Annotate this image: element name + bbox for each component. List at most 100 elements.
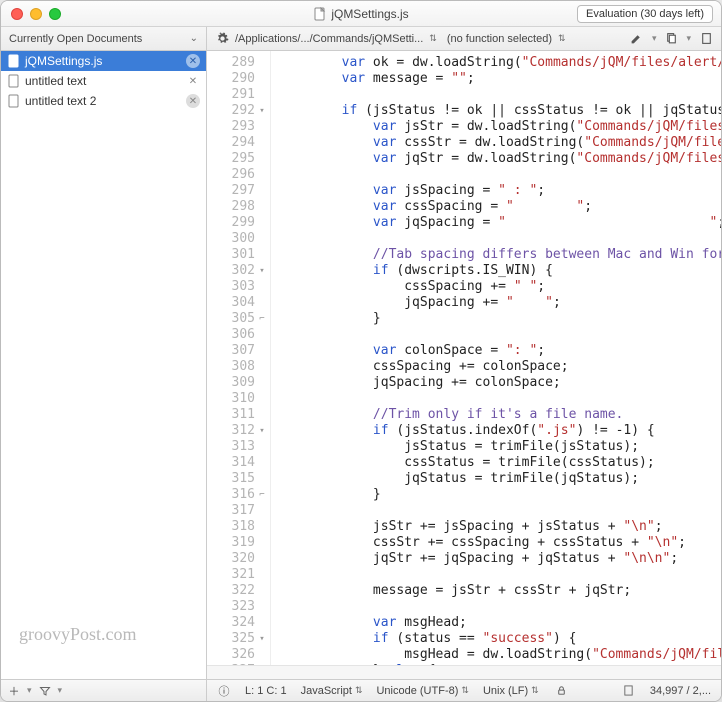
document-row[interactable]: jQMSettings.js✕ <box>1 51 206 71</box>
add-menu-chevron[interactable]: ▾ <box>27 685 32 696</box>
gutter-line[interactable]: 325▾ <box>207 631 266 647</box>
gutter-line[interactable]: 300 <box>207 231 266 247</box>
filter-icon[interactable] <box>38 684 52 698</box>
gutter-line[interactable]: 302▾ <box>207 263 266 279</box>
close-document-icon[interactable]: ✕ <box>186 74 200 88</box>
code-line[interactable] <box>279 327 721 343</box>
code-line[interactable]: var ok = dw.loadString("Commands/jQM/fil… <box>279 55 721 71</box>
gutter-line[interactable]: 305⌐ <box>207 311 266 327</box>
code-line[interactable]: jsStr += jsSpacing + jsStatus + "\n"; <box>279 519 721 535</box>
code-line[interactable]: var cssSpacing = " "; <box>279 199 721 215</box>
gutter-line[interactable]: 320 <box>207 551 266 567</box>
gutter-line[interactable]: 307 <box>207 343 266 359</box>
gutter-line[interactable]: 289 <box>207 55 266 71</box>
code-line[interactable]: //Trim only if it's a file name. <box>279 407 721 423</box>
gutter-line[interactable]: 311 <box>207 407 266 423</box>
info-icon[interactable]: ⓘ <box>217 684 231 698</box>
code-line[interactable]: if (jsStatus != ok || cssStatus != ok ||… <box>279 103 721 119</box>
function-selector[interactable]: (no function selected) <box>447 33 552 45</box>
gutter-line[interactable]: 296 <box>207 167 266 183</box>
code-line[interactable]: var jqStr = dw.loadString("Commands/jQM/… <box>279 151 721 167</box>
code-line[interactable]: jqSpacing += colonSpace; <box>279 375 721 391</box>
lock-icon[interactable] <box>555 684 569 698</box>
filter-menu-chevron[interactable]: ▾ <box>58 685 63 696</box>
editor[interactable]: 289290291292▾293294295296297298299300301… <box>207 51 721 665</box>
code-line[interactable]: msgHead = dw.loadString("Commands/jQM/fi… <box>279 647 721 663</box>
code-line[interactable]: } <box>279 487 721 503</box>
gutter-line[interactable]: 299 <box>207 215 266 231</box>
code-line[interactable] <box>279 391 721 407</box>
function-stepper-icon[interactable]: ⇅ <box>558 33 566 44</box>
gutter-line[interactable]: 290 <box>207 71 266 87</box>
code-line[interactable]: jqStr += jqSpacing + jqStatus + "\n\n"; <box>279 551 721 567</box>
code-line[interactable]: var jsSpacing = " : "; <box>279 183 721 199</box>
gutter-line[interactable]: 306 <box>207 327 266 343</box>
gutter[interactable]: 289290291292▾293294295296297298299300301… <box>207 51 271 665</box>
gutter-line[interactable]: 293 <box>207 119 266 135</box>
line-endings-selector[interactable]: Unix (LF) ⇅ <box>483 685 539 697</box>
gutter-line[interactable]: 319 <box>207 535 266 551</box>
code-line[interactable]: cssSpacing += colonSpace; <box>279 359 721 375</box>
gutter-line[interactable]: 317 <box>207 503 266 519</box>
gutter-line[interactable]: 301 <box>207 247 266 263</box>
gutter-line[interactable]: 323 <box>207 599 266 615</box>
gutter-line[interactable]: 312▾ <box>207 423 266 439</box>
code-line[interactable]: cssStr += cssSpacing + cssStatus + "\n"; <box>279 535 721 551</box>
code-line[interactable] <box>279 503 721 519</box>
sidebar-header[interactable]: Currently Open Documents ⌄ <box>1 27 207 50</box>
gutter-line[interactable]: 315 <box>207 471 266 487</box>
code-line[interactable]: cssSpacing += " "; <box>279 279 721 295</box>
add-icon[interactable]: ＋ <box>7 684 21 698</box>
path-stepper-icon[interactable]: ⇅ <box>429 33 437 44</box>
code-line[interactable]: var jqSpacing = " "; <box>279 215 721 231</box>
encoding-selector[interactable]: Unicode (UTF-8) ⇅ <box>376 685 468 697</box>
pencil-icon[interactable] <box>630 32 644 46</box>
code-line[interactable]: var colonSpace = ": "; <box>279 343 721 359</box>
document-row[interactable]: untitled text 2✕ <box>1 91 206 111</box>
horizontal-scrollbar[interactable] <box>207 665 721 679</box>
new-document-icon[interactable] <box>699 32 713 46</box>
gutter-line[interactable]: 326 <box>207 647 266 663</box>
code-line[interactable]: jqStatus = trimFile(jqStatus); <box>279 471 721 487</box>
gutter-line[interactable]: 321 <box>207 567 266 583</box>
file-path[interactable]: /Applications/.../Commands/jQMSetti... <box>235 33 423 45</box>
close-document-icon[interactable]: ✕ <box>186 54 200 68</box>
code-area[interactable]: var ok = dw.loadString("Commands/jQM/fil… <box>271 51 721 665</box>
code-line[interactable]: var msgHead; <box>279 615 721 631</box>
gutter-line[interactable]: 324 <box>207 615 266 631</box>
gutter-line[interactable]: 322 <box>207 583 266 599</box>
document-size[interactable]: 34,997 / 2,... <box>650 685 711 697</box>
code-line[interactable] <box>279 567 721 583</box>
code-line[interactable]: if (status == "success") { <box>279 631 721 647</box>
code-line[interactable] <box>279 231 721 247</box>
code-line[interactable] <box>279 87 721 103</box>
gear-icon[interactable] <box>215 32 229 46</box>
cursor-position[interactable]: L: 1 C: 1 <box>245 685 287 697</box>
gutter-line[interactable]: 308 <box>207 359 266 375</box>
gutter-line[interactable]: 318 <box>207 519 266 535</box>
code-line[interactable]: jqSpacing += " "; <box>279 295 721 311</box>
document-row[interactable]: untitled text✕ <box>1 71 206 91</box>
evaluation-badge[interactable]: Evaluation (30 days left) <box>577 5 713 23</box>
code-line[interactable]: if (dwscripts.IS_WIN) { <box>279 263 721 279</box>
gutter-line[interactable]: 314 <box>207 455 266 471</box>
gutter-line[interactable]: 304 <box>207 295 266 311</box>
code-line[interactable]: var jsStr = dw.loadString("Commands/jQM/… <box>279 119 721 135</box>
code-line[interactable] <box>279 599 721 615</box>
gutter-line[interactable]: 291 <box>207 87 266 103</box>
gutter-line[interactable]: 294 <box>207 135 266 151</box>
gutter-line[interactable]: 316⌐ <box>207 487 266 503</box>
language-selector[interactable]: JavaScript ⇅ <box>301 685 363 697</box>
gutter-line[interactable]: 292▾ <box>207 103 266 119</box>
gutter-line[interactable]: 298 <box>207 199 266 215</box>
code-line[interactable]: if (jsStatus.indexOf(".js") != -1) { <box>279 423 721 439</box>
code-line[interactable]: jsStatus = trimFile(jsStatus); <box>279 439 721 455</box>
code-line[interactable]: } <box>279 311 721 327</box>
copy-icon[interactable] <box>664 32 678 46</box>
gutter-line[interactable]: 303 <box>207 279 266 295</box>
code-line[interactable]: cssStatus = trimFile(cssStatus); <box>279 455 721 471</box>
code-line[interactable]: var cssStr = dw.loadString("Commands/jQM… <box>279 135 721 151</box>
gutter-line[interactable]: 313 <box>207 439 266 455</box>
code-line[interactable] <box>279 167 721 183</box>
gutter-line[interactable]: 310 <box>207 391 266 407</box>
